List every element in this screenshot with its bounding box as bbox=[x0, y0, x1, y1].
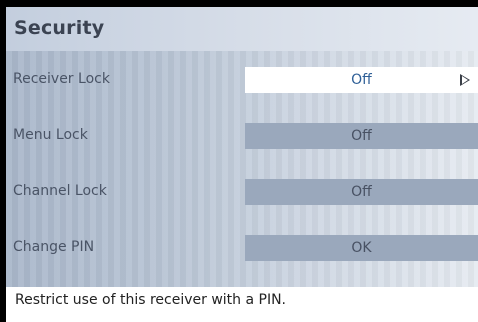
row-label-channel-lock: Channel Lock bbox=[13, 183, 107, 199]
menu-row-receiver-lock[interactable]: Receiver Lock Off bbox=[6, 67, 478, 95]
right-arrow-icon[interactable] bbox=[460, 74, 470, 86]
row-label-change-pin: Change PIN bbox=[13, 239, 95, 255]
change-pin-value-text: OK bbox=[351, 240, 372, 256]
tv-screen: Security Receiver Lock Off Menu Lock Off… bbox=[0, 0, 478, 322]
help-text: Restrict use of this receiver with a PIN… bbox=[15, 292, 286, 308]
row-label-menu-lock: Menu Lock bbox=[13, 127, 88, 143]
title-bar: Security bbox=[6, 7, 478, 51]
receiver-lock-value-text: Off bbox=[351, 72, 372, 88]
menu-row-menu-lock[interactable]: Menu Lock Off bbox=[6, 123, 478, 151]
change-pin-value[interactable]: OK bbox=[245, 235, 478, 261]
channel-lock-value-text: Off bbox=[351, 184, 372, 200]
row-label-receiver-lock: Receiver Lock bbox=[13, 71, 110, 87]
security-menu-panel: Security Receiver Lock Off Menu Lock Off… bbox=[6, 7, 478, 322]
channel-lock-value[interactable]: Off bbox=[245, 179, 478, 205]
menu-body: Receiver Lock Off Menu Lock Off Channel … bbox=[6, 51, 478, 287]
menu-row-change-pin[interactable]: Change PIN OK bbox=[6, 235, 478, 263]
menu-lock-value-text: Off bbox=[351, 128, 372, 144]
menu-row-channel-lock[interactable]: Channel Lock Off bbox=[6, 179, 478, 207]
page-title: Security bbox=[14, 17, 105, 39]
menu-lock-value[interactable]: Off bbox=[245, 123, 478, 149]
receiver-lock-value[interactable]: Off bbox=[245, 67, 478, 93]
